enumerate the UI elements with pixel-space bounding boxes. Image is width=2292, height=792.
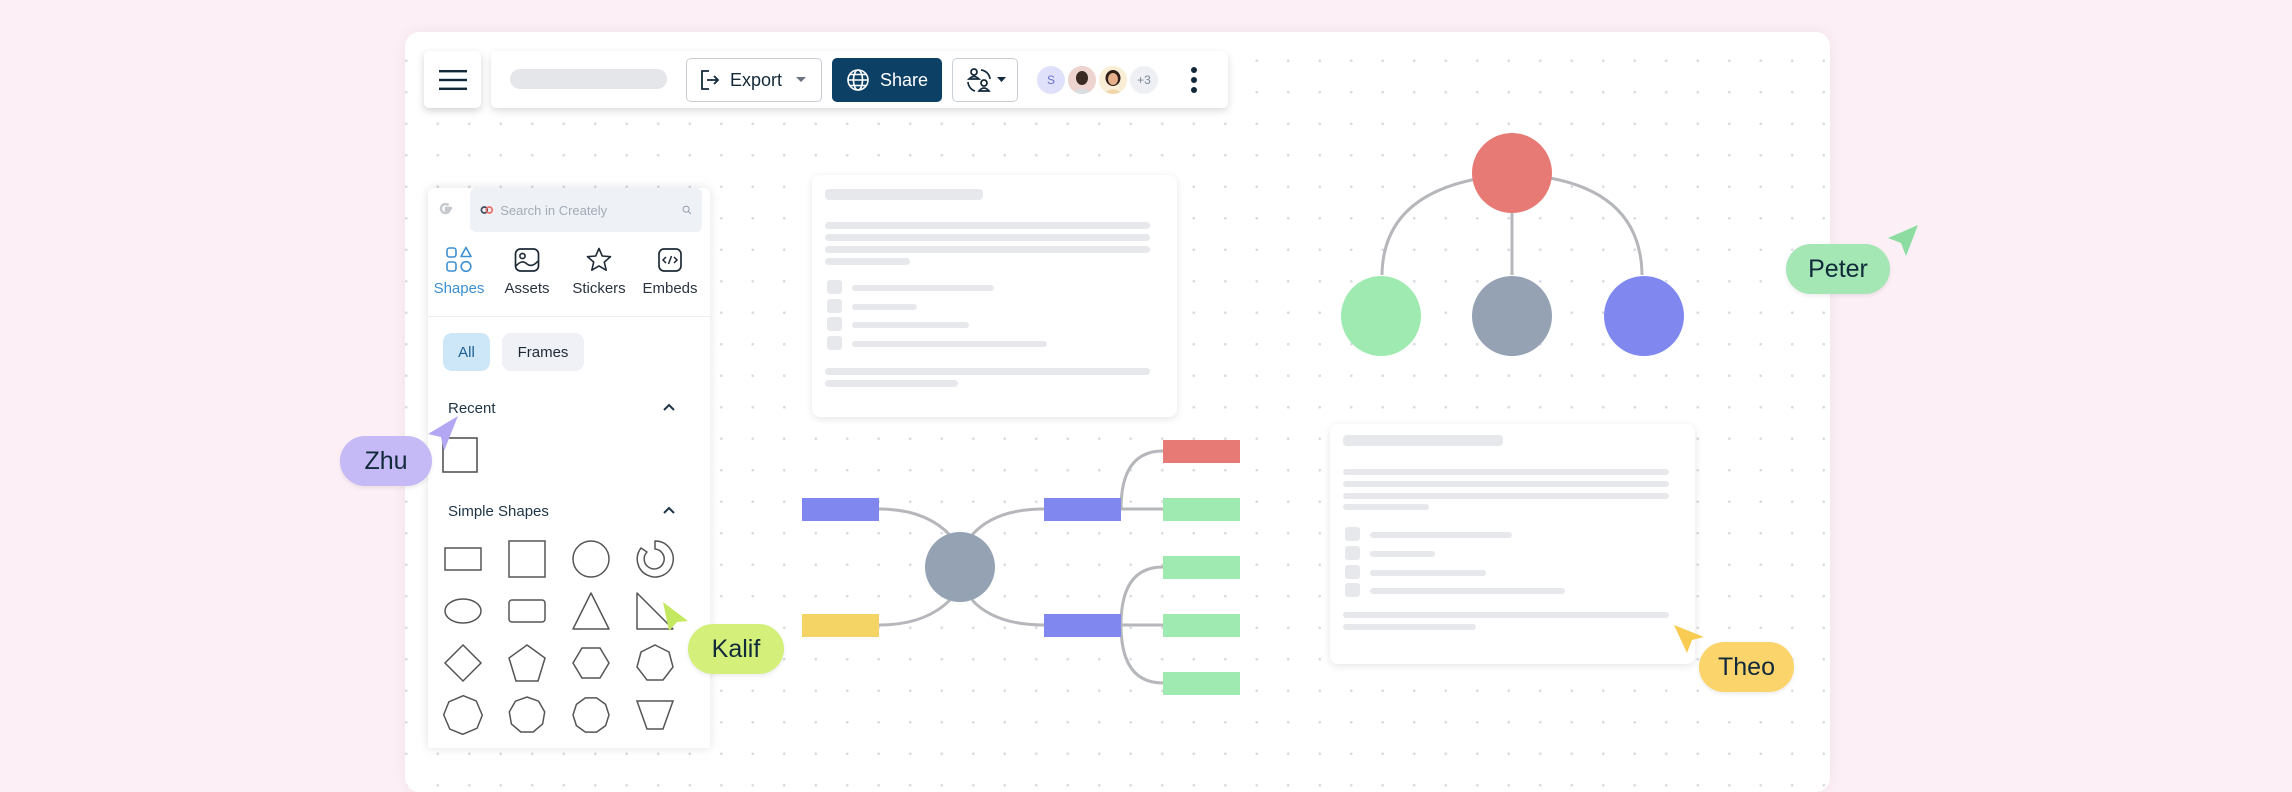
connector — [1119, 624, 1164, 685]
connector — [878, 598, 952, 627]
mind-map-node[interactable] — [802, 614, 879, 637]
mind-map-node[interactable] — [802, 498, 879, 521]
mind-map-center-node[interactable] — [925, 532, 995, 602]
mind-map-leaf[interactable] — [1163, 614, 1240, 637]
connector — [1119, 565, 1164, 626]
cursor-label-theo: Theo — [1699, 642, 1794, 692]
cursor-label-kalif: Kalif — [688, 624, 784, 674]
mind-map-leaf[interactable] — [1163, 440, 1240, 463]
connector — [970, 507, 1045, 537]
cursor-arrow-icon — [428, 416, 458, 451]
mind-map-node[interactable] — [1044, 498, 1121, 521]
connector — [878, 507, 952, 537]
mind-map-leaf[interactable] — [1163, 556, 1240, 579]
cursor-label-peter: Peter — [1786, 244, 1890, 294]
connector — [1380, 176, 1483, 276]
mind-map-leaf[interactable] — [1163, 672, 1240, 695]
connector — [970, 598, 1045, 627]
mind-map-leaf[interactable] — [1163, 498, 1240, 521]
cursor-arrow-icon — [1674, 625, 1704, 653]
cursor-label-zhu: Zhu — [340, 436, 432, 486]
cursor-arrow-icon — [1888, 225, 1918, 256]
tree-node-child[interactable] — [1604, 276, 1684, 356]
mind-map — [802, 440, 1240, 695]
tree-node-child[interactable] — [1472, 276, 1552, 356]
cursor-arrow-icon — [663, 602, 688, 631]
diagram-layer — [428, 133, 1918, 695]
connector — [1549, 176, 1644, 276]
mind-map-node[interactable] — [1044, 614, 1121, 637]
tree-node-child[interactable] — [1341, 276, 1421, 356]
tree-node-root[interactable] — [1472, 133, 1552, 213]
connector — [1119, 449, 1164, 510]
tree-diagram — [1341, 133, 1684, 356]
